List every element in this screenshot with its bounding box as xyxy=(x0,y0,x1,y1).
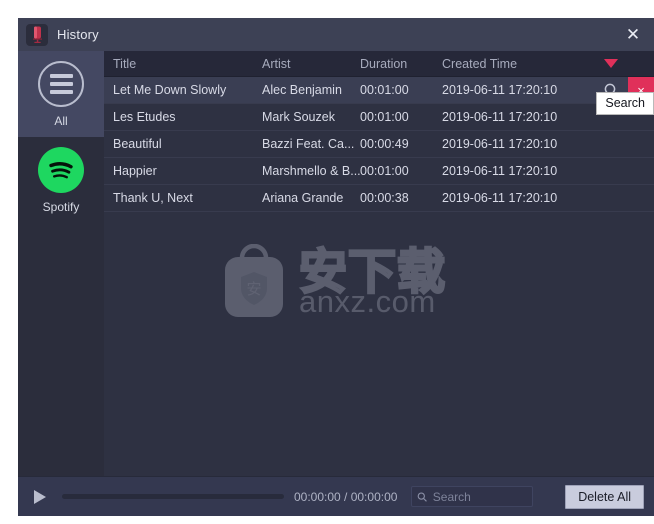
rows-container: Let Me Down Slowly Alec Benjamin 00:01:00 2… xyxy=(104,77,654,212)
table-row[interactable]: Beautiful Bazzi Feat. Ca... 00:00:49 2019-0… xyxy=(104,131,654,158)
row-created-time: 2019-06-11 17:20:10 xyxy=(442,164,558,178)
column-header-duration[interactable]: Duration xyxy=(360,57,442,71)
row-artist: Mark Souzek xyxy=(262,110,335,124)
window-body: All Spotify Title Artist Duration Create… xyxy=(18,51,654,476)
play-button[interactable] xyxy=(28,485,52,509)
search-tooltip: Search xyxy=(596,92,654,115)
recorder-icon xyxy=(26,23,48,46)
row-title: Les Etudes xyxy=(113,110,176,124)
column-header-artist[interactable]: Artist xyxy=(262,57,360,71)
window-title: History xyxy=(57,27,99,42)
spotify-icon xyxy=(38,146,84,193)
table-row[interactable]: Les Etudes Mark Souzek 00:01:00 2019-06-11 … xyxy=(104,104,654,131)
sidebar: All Spotify xyxy=(18,51,104,476)
row-artist: Marshmello & B... xyxy=(262,164,360,178)
watermark: 安 安下载 anxz.com xyxy=(217,244,446,324)
sidebar-item-spotify[interactable]: Spotify xyxy=(18,137,104,223)
column-header-title[interactable]: Title xyxy=(104,57,262,71)
magnifier-icon xyxy=(418,491,428,502)
bottom-toolbar: 00:00:00 / 00:00:00 Delete All xyxy=(18,476,654,516)
sidebar-item-all[interactable]: All xyxy=(18,51,104,137)
search-input[interactable] xyxy=(432,489,528,504)
playback-time-display: 00:00:00 / 00:00:00 xyxy=(294,489,398,504)
recorder-icon-glyph xyxy=(32,26,42,43)
row-duration: 00:01:00 xyxy=(360,83,409,97)
playback-progress-slider[interactable] xyxy=(62,494,284,499)
row-title: Let Me Down Slowly xyxy=(113,83,227,97)
row-created-time: 2019-06-11 17:20:10 xyxy=(442,83,558,97)
row-created-time: 2019-06-11 17:20:10 xyxy=(442,137,558,151)
row-created-time: 2019-06-11 17:20:10 xyxy=(442,110,558,124)
row-actions xyxy=(592,185,654,211)
row-duration: 00:00:38 xyxy=(360,191,409,205)
play-icon xyxy=(34,489,46,504)
column-header-created-time[interactable]: Created Time xyxy=(442,57,592,71)
row-actions xyxy=(592,158,654,184)
window-close-button[interactable]: ✕ xyxy=(612,18,654,51)
row-duration: 00:01:00 xyxy=(360,164,409,178)
sidebar-item-all-label: All xyxy=(54,113,68,128)
history-window: History ✕ All Spotify Title Artist Durat… xyxy=(18,18,654,516)
delete-all-button[interactable]: Delete All xyxy=(565,484,644,509)
row-duration: 00:01:00 xyxy=(360,110,409,124)
search-box[interactable] xyxy=(411,486,534,507)
svg-text:安: 安 xyxy=(246,280,261,298)
row-actions xyxy=(592,131,654,157)
title-bar: History ✕ xyxy=(18,18,654,51)
table-body: Let Me Down Slowly Alec Benjamin 00:01:00 2… xyxy=(104,77,654,476)
watermark-bag-icon: 安 xyxy=(225,244,283,317)
table-row[interactable]: Happier Marshmello & B... 00:01:00 2019-06-… xyxy=(104,158,654,185)
table-row[interactable]: Thank U, Next Ariana Grande 00:00:38 2019-0… xyxy=(104,185,654,212)
row-title: Happier xyxy=(113,164,157,178)
hamburger-circle-icon xyxy=(38,60,84,107)
row-title: Beautiful xyxy=(113,137,162,151)
watermark-domain-text: anxz.com xyxy=(299,284,436,320)
content-area: Title Artist Duration Created Time Let M… xyxy=(104,51,654,476)
row-duration: 00:00:49 xyxy=(360,137,409,151)
sidebar-item-spotify-label: Spotify xyxy=(42,199,80,214)
table-row[interactable]: Let Me Down Slowly Alec Benjamin 00:01:00 2… xyxy=(104,77,654,104)
row-artist: Ariana Grande xyxy=(262,191,344,205)
table-header: Title Artist Duration Created Time xyxy=(104,51,654,77)
row-title: Thank U, Next xyxy=(113,191,193,205)
spotify-icon-glyph xyxy=(49,161,73,178)
sort-descending-caret-icon[interactable] xyxy=(604,59,618,68)
row-artist: Alec Benjamin xyxy=(262,83,342,97)
row-artist: Bazzi Feat. Ca... xyxy=(262,137,355,151)
watermark-cn-text: 安下载 xyxy=(298,246,447,300)
row-created-time: 2019-06-11 17:20:10 xyxy=(442,191,558,205)
